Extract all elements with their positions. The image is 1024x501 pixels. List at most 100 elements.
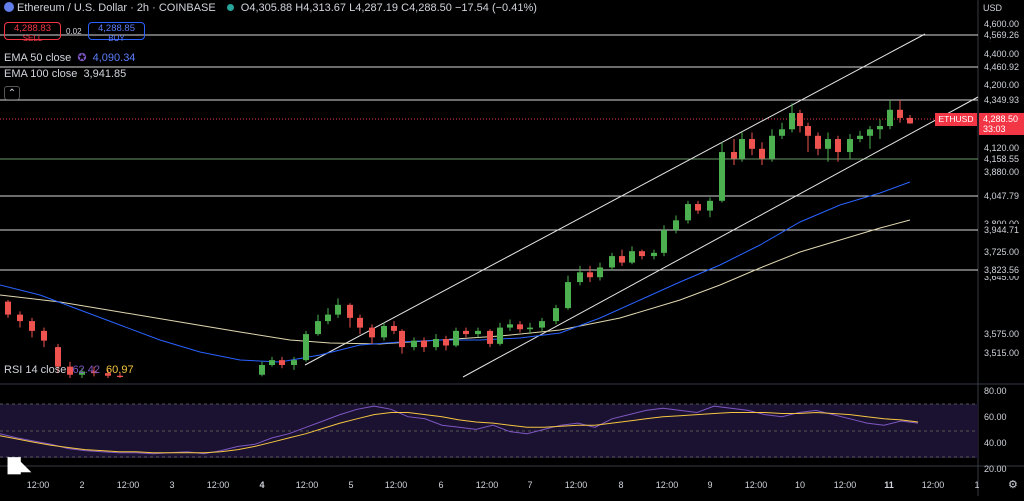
time-tick-label: 6 [438, 480, 443, 490]
candle-body [291, 360, 297, 365]
candle-body [835, 139, 841, 153]
time-tick-label: 12:00 [745, 480, 768, 490]
gear-icon[interactable]: ✪ [77, 52, 86, 64]
candle-body [391, 325, 397, 331]
ema50-legend[interactable]: EMA 50 close ✪ 4,090.34 [4, 51, 135, 64]
sell-label: SELL [22, 34, 43, 43]
candle-body [769, 135, 775, 159]
time-tick-label: 4 [259, 480, 264, 490]
candle-body [719, 152, 725, 201]
buy-price: 4,288.85 [98, 23, 135, 34]
candle-body [739, 139, 745, 159]
candle-body [847, 139, 853, 153]
candle-body [381, 325, 387, 338]
time-tick-label: 11 [884, 480, 894, 490]
ethereum-icon [4, 2, 14, 12]
candle-body [815, 135, 821, 149]
chevron-up-icon: ⌃ [7, 88, 17, 99]
time-tick-label: 12:00 [476, 480, 499, 490]
level-tag-label: 4,158.55 [984, 154, 1019, 164]
time-tick-label: 5 [348, 480, 353, 490]
rsi-label: RSI 14 close [4, 364, 67, 376]
candle-body [369, 327, 375, 338]
candle-body [497, 327, 503, 344]
candle-body [553, 308, 559, 322]
candle-body [619, 256, 625, 263]
candle-body [41, 330, 47, 341]
rsi-tick-label: 40.00 [984, 438, 1007, 448]
tradingview-logo-icon[interactable]: ▇◣ [8, 455, 31, 475]
candle-body [433, 338, 439, 348]
candle-body [315, 321, 321, 335]
price-tick-label: 4,120.00 [984, 143, 1019, 153]
candle-body [517, 324, 523, 330]
candle-body [303, 334, 309, 361]
symbol-title[interactable]: Ethereum / U.S. Dollar · 2h · COINBASE [17, 2, 216, 14]
collapse-legend-button[interactable]: ⌃ [4, 86, 20, 100]
sell-price: 4,288.83 [14, 23, 51, 34]
candle-body [335, 304, 341, 315]
level-tag-label: 3,944.71 [984, 225, 1019, 235]
candle-body [661, 230, 667, 253]
ema100-value: 3,941.85 [83, 68, 127, 80]
candle-body [443, 338, 449, 346]
ema100-legend[interactable]: EMA 100 close 3,941.85 [4, 68, 126, 80]
candle-body [749, 139, 755, 149]
buy-label: BUY [108, 34, 125, 43]
currency-label[interactable]: USD [983, 3, 1002, 13]
price-tick-label: 4,400.00 [984, 49, 1019, 59]
sell-button[interactable]: 4,288.83 SELL [4, 22, 61, 43]
symbol-legend: Ethereum / U.S. Dollar · 2h · COINBASE O… [4, 2, 537, 14]
rsi-tick-label: 80.00 [984, 386, 1007, 396]
candle-body [587, 272, 593, 278]
candle-body [399, 330, 405, 348]
time-tick-label: 8 [618, 480, 623, 490]
candle-body [797, 113, 803, 127]
time-tick-label: 12:00 [565, 480, 588, 490]
time-tick-label: 7 [527, 480, 532, 490]
chart-stage[interactable]: 4,600.004,500.004,400.004,200.004,120.00… [0, 0, 1024, 496]
candle-body [463, 330, 469, 335]
channel-upper-line [304, 33, 926, 366]
time-tick-label: 12:00 [207, 480, 230, 490]
candle-body [259, 364, 265, 375]
level-tag-label: 4,569.26 [984, 30, 1019, 40]
candle-body [527, 327, 533, 330]
rsi-tick-label: 20.00 [984, 464, 1007, 474]
candle-body [731, 152, 737, 159]
price-tick-label: 4,600.00 [984, 19, 1019, 29]
ohlc-open: O4,305.88 [240, 2, 293, 14]
ohlc-low: L4,287.19 [349, 2, 399, 14]
time-tick-label: 2 [79, 480, 84, 490]
current-symbol-tag: ETHUSD [935, 113, 977, 126]
price-chart[interactable]: 4,600.004,500.004,400.004,200.004,120.00… [0, 0, 1024, 496]
candle-body [597, 267, 603, 278]
time-tick-label: 12:00 [385, 480, 408, 490]
rsi-legend[interactable]: RSI 14 close 62.42 60.97 [4, 364, 134, 376]
price-tick-label: 3,575.00 [984, 329, 1019, 339]
time-tick-label: 12:00 [27, 480, 50, 490]
candle-body [759, 148, 765, 159]
ohlc-change: −17.54 (−0.41%) [454, 2, 537, 14]
gear-icon[interactable]: ⚙ [1008, 478, 1018, 491]
ema50-label: EMA 50 close [4, 52, 72, 64]
candle-body [279, 360, 285, 365]
current-price: 4,288.50 [983, 114, 1019, 124]
candle-body [475, 330, 481, 335]
candle-body [17, 314, 23, 322]
candle-body [651, 252, 657, 257]
candle-body [907, 117, 913, 124]
time-tick-label: 12:00 [656, 480, 679, 490]
time-tick-label: 12:00 [834, 480, 857, 490]
time-tick-label: 9 [707, 480, 712, 490]
candle-body [453, 330, 459, 346]
buy-button[interactable]: 4,288.85 BUY [88, 22, 145, 43]
candle-body [609, 256, 615, 268]
current-price-tag: 4,288.50 33:03 [979, 113, 1024, 135]
level-tag-label: 4,047.79 [984, 191, 1019, 201]
price-tick-label: 4,200.00 [984, 80, 1019, 90]
ema100-line [0, 219, 911, 345]
candle-body [805, 126, 811, 136]
time-tick-label: 12:00 [296, 480, 319, 490]
candle-body [421, 340, 427, 348]
